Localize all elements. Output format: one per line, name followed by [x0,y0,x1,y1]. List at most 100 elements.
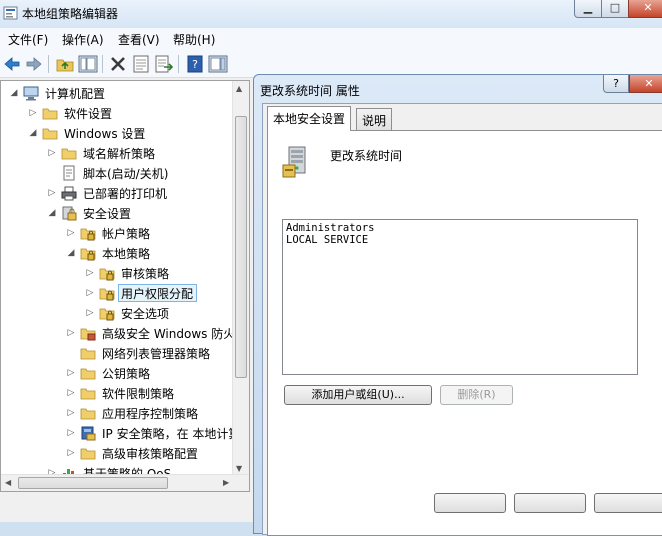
delete-icon[interactable] [108,54,128,74]
maximize-button[interactable]: □ [601,0,629,18]
collapsed-triangle-icon[interactable]: ▷ [66,227,76,239]
close-icon: ✕ [643,1,653,14]
tree-node[interactable]: ▷ 域名解析策略 [1,143,233,163]
tree-node[interactable]: ◢ 安全设置 [1,203,233,223]
tree-node-label[interactable]: 审核策略 [118,264,173,282]
apply-button[interactable] [594,493,662,513]
menu-help[interactable]: 帮助(H) [173,31,215,48]
collapsed-triangle-icon[interactable]: ▷ [66,447,76,459]
tree-node-label[interactable]: 软件设置 [61,104,116,122]
toolbar-separator [102,55,103,73]
collapsed-triangle-icon[interactable]: ▷ [66,387,76,399]
tree-vertical-scroll-thumb[interactable] [235,116,247,378]
firewall-folder-icon [80,328,96,341]
scroll-left-icon[interactable]: ◀ [5,478,11,487]
tree-node[interactable]: ▷ 已部署的打印机 [1,183,233,203]
tree-node-label[interactable]: 软件限制策略 [99,384,178,402]
collapsed-triangle-icon[interactable]: ▷ [85,307,95,319]
tree-node-label[interactable]: 脚本(启动/关机) [80,164,172,182]
scroll-up-icon[interactable]: ▲ [236,84,242,93]
tree-node-label[interactable]: 用户权限分配 [118,284,198,302]
tree-node-label[interactable]: IP 安全策略，在 本地计算 [99,424,244,442]
show-action-pane-icon[interactable] [208,54,228,74]
tree-node[interactable]: ◢ 计算机配置 [1,83,233,103]
tree-node-label[interactable]: 高级审核策略配置 [99,444,202,462]
tree-node[interactable]: ▷ 应用程序控制策略 [1,403,233,423]
export-list-icon[interactable] [154,54,174,74]
security-settings-icon [62,206,77,221]
tree-node-label[interactable]: 帐户策略 [99,224,154,242]
menu-action[interactable]: 操作(A) [62,31,104,48]
back-arrow-icon[interactable] [2,54,22,74]
tree-node[interactable]: ▷ 审核策略 [1,263,233,283]
tree-node[interactable]: ▷ 公钥策略 [1,363,233,383]
tree-node[interactable]: ▷ 用户权限分配 [1,283,233,303]
tree-vertical-scrollbar[interactable]: ▲ ▼ [232,81,249,476]
add-user-or-group-button[interactable]: 添加用户或组(U)... [284,385,432,405]
minimize-button[interactable]: ▁ [574,0,602,18]
tree-node-label[interactable]: 应用程序控制策略 [99,404,202,422]
expanded-triangle-icon[interactable]: ◢ [9,87,19,99]
tree-node[interactable]: ▷ 高级安全 Windows 防火 [1,323,236,343]
remove-button[interactable]: 删除(R) [440,385,513,405]
expanded-triangle-icon[interactable]: ◢ [47,207,57,219]
menu-file[interactable]: 文件(F) [8,31,48,48]
collapsed-triangle-icon[interactable]: ▷ [85,267,95,279]
collapsed-triangle-icon[interactable]: ▷ [28,107,38,119]
tree-node-label[interactable]: 已部署的打印机 [80,184,171,202]
ok-button[interactable] [434,493,506,513]
tree-node[interactable]: ◢ Windows 设置 [1,123,233,143]
tree-node[interactable]: 网络列表管理器策略 [1,343,233,363]
tree-node-label[interactable]: 本地策略 [99,244,154,262]
close-button[interactable]: ✕ [628,0,662,18]
collapsed-triangle-icon[interactable]: ▷ [66,327,76,339]
tree-node[interactable]: ▷ 软件限制策略 [1,383,233,403]
lock-folder-icon [80,248,96,261]
collapsed-triangle-icon[interactable]: ▷ [66,427,76,439]
expanded-triangle-icon[interactable]: ◢ [28,127,38,139]
assigned-accounts-list[interactable]: Administrators LOCAL SERVICE [282,219,638,375]
show-hide-tree-icon[interactable] [78,54,98,74]
tree-node[interactable]: ▷ 帐户策略 [1,223,233,243]
title-bar[interactable]: 本地组策略编辑器 ▁ □ ✕ [0,0,662,28]
tree-horizontal-scrollbar[interactable]: ◀ ▶ [1,474,249,491]
tab-local-security-setting[interactable]: 本地安全设置 [267,106,352,131]
tree-node[interactable]: 脚本(启动/关机) [1,163,233,183]
folder-icon [42,128,58,140]
list-item[interactable]: Administrators [286,222,634,234]
cancel-button[interactable] [514,493,586,513]
collapsed-triangle-icon[interactable]: ▷ [66,407,76,419]
tree-node[interactable]: ▷ 软件设置 [1,103,233,123]
collapsed-triangle-icon[interactable]: ▷ [66,367,76,379]
tree-node-label[interactable]: 公钥策略 [99,364,154,382]
forward-arrow-icon[interactable] [24,54,44,74]
tree-horizontal-scroll-thumb[interactable] [18,477,168,489]
collapsed-triangle-icon[interactable]: ▷ [47,147,57,159]
tree-node-label[interactable]: 高级安全 Windows 防火 [99,324,239,342]
tree-node[interactable]: ▷ IP 安全策略，在 本地计算 [1,423,240,443]
properties-icon[interactable] [131,54,151,74]
close-icon: ✕ [644,77,654,90]
dialog-help-button[interactable]: ? [603,75,629,93]
tree-node[interactable]: ▷ 高级审核策略配置 [1,443,233,463]
dialog-close-button[interactable]: ✕ [629,75,662,93]
scroll-down-icon[interactable]: ▼ [236,464,242,473]
tree-node[interactable]: ▷ 安全选项 [1,303,233,323]
scroll-right-icon[interactable]: ▶ [223,478,229,487]
help-book-icon[interactable]: ? [185,54,205,74]
tree-node-label[interactable]: 安全选项 [118,304,173,322]
collapsed-triangle-icon[interactable]: ▷ [47,187,57,199]
tree-node[interactable]: ◢ 本地策略 [1,243,233,263]
tree-node-label[interactable]: Windows 设置 [61,124,149,142]
tree-node-label[interactable]: 域名解析策略 [80,144,159,162]
collapsed-triangle-icon[interactable]: ▷ [85,287,95,299]
expanded-triangle-icon[interactable]: ◢ [66,247,76,259]
tab-explain[interactable]: 说明 [356,108,393,130]
tree-node-label[interactable]: 网络列表管理器策略 [99,344,214,362]
navigation-tree[interactable]: ◢ 计算机配置 ▷ 软件设置 ◢ Windows 设置 ▷ 域名解析策略 脚本(启动/关机) ▷ 已… [0,80,250,492]
list-item[interactable]: LOCAL SERVICE [286,234,634,246]
menu-view[interactable]: 查看(V) [118,31,160,48]
tree-node-label[interactable]: 安全设置 [80,204,135,222]
tree-node-label[interactable]: 计算机配置 [42,84,109,102]
up-folder-icon[interactable] [55,54,75,74]
